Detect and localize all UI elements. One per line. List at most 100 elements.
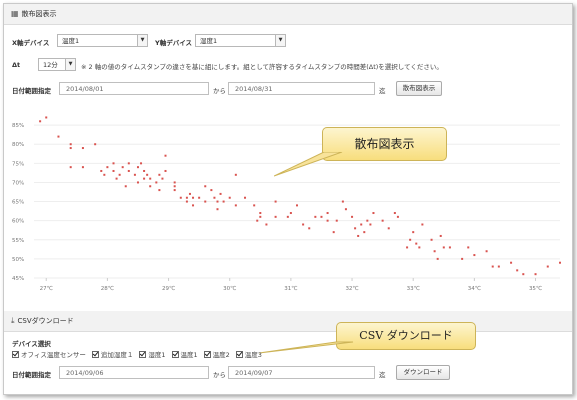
chevron-down-icon: ▼ (275, 35, 285, 46)
data-point (146, 173, 149, 176)
data-point (136, 166, 139, 169)
date-range-label: 日付範囲指定 (12, 87, 51, 95)
device-option[interactable]: 追加湿度１ (91, 351, 134, 359)
data-point (439, 234, 442, 237)
checkbox-checked-icon (139, 351, 147, 358)
device-option[interactable]: 湿度1 (139, 351, 166, 359)
data-point (559, 261, 561, 264)
checkbox-checked-icon (171, 351, 179, 358)
y-tick-label: 80% (12, 142, 24, 148)
x-tick-label: 35℃ (529, 285, 542, 292)
date-from-input[interactable]: 2014/08/01 (59, 82, 209, 95)
data-point (136, 181, 139, 184)
x-tick-label: 34℃ (468, 285, 481, 292)
data-point (289, 212, 292, 215)
data-point (256, 219, 259, 222)
data-point (473, 254, 476, 257)
data-point (69, 166, 72, 169)
data-point (204, 185, 207, 188)
data-point (228, 196, 231, 199)
device-option[interactable]: 温度2 (203, 351, 230, 359)
device-option-label: オフィス温度センサー (21, 351, 86, 359)
data-point (216, 208, 219, 211)
chart-icon: ▦ (11, 9, 19, 18)
app-frame: ▦ 散布図表示 X軸デバイス 温度1 ▼ Y軸デバイス 湿度1 ▼ Δt 12分 … (3, 3, 573, 395)
x-tick-label: 27℃ (40, 285, 53, 292)
data-point (430, 238, 433, 241)
data-point (112, 169, 115, 172)
delta-label: Δt (12, 61, 21, 69)
data-point (124, 185, 127, 188)
download-button[interactable]: ダウンロード (396, 365, 450, 380)
y-device-select[interactable]: 湿度1 ▼ (195, 34, 286, 47)
date-to-input[interactable]: 2014/08/31 (228, 82, 375, 95)
data-point (436, 257, 439, 260)
device-option-label: 追加湿度１ (100, 351, 134, 359)
data-point (158, 173, 161, 176)
data-point (179, 196, 182, 199)
data-point (222, 200, 225, 203)
data-point (412, 231, 415, 234)
device-option-label: 温度3 (244, 351, 262, 359)
show-scatter-button[interactable]: 散布図表示 (396, 81, 442, 96)
data-point (253, 204, 256, 207)
csv-date-to-input[interactable]: 2014/09/07 (228, 366, 375, 379)
device-checkbox-list: オフィス温度センサー 追加湿度１ 湿度1 温度1 温度2 温度3 (12, 349, 268, 359)
date-separator: から (213, 87, 226, 95)
data-point (173, 181, 176, 184)
x-device-select[interactable]: 温度1 ▼ (57, 34, 148, 47)
device-option[interactable]: 温度1 (171, 351, 198, 359)
data-point (363, 231, 366, 234)
data-point (522, 273, 525, 276)
chevron-down-icon: ▼ (65, 59, 75, 70)
data-point (357, 234, 360, 237)
data-point (491, 265, 494, 268)
data-point (369, 223, 372, 226)
data-point (198, 196, 201, 199)
data-point (158, 189, 161, 192)
data-point (335, 219, 338, 222)
data-point (497, 265, 500, 268)
data-point (274, 215, 277, 218)
csv-date-range-label: 日付範囲指定 (12, 371, 51, 379)
data-point (351, 215, 354, 218)
checkbox-checked-icon (12, 351, 19, 358)
y-device-label: Y軸デバイス (155, 39, 193, 47)
data-point (100, 169, 103, 172)
csv-date-from-input[interactable]: 2014/09/06 (59, 366, 209, 379)
checkbox-checked-icon (235, 351, 243, 358)
data-point (103, 173, 106, 176)
x-tick-label: 31℃ (284, 285, 297, 292)
data-point (143, 169, 146, 172)
device-option-label: 温度1 (180, 351, 198, 359)
data-point (133, 173, 136, 176)
data-point (155, 181, 158, 184)
device-option[interactable]: オフィス温度センサー (12, 351, 86, 359)
data-point (39, 120, 42, 123)
device-option-label: 温度2 (212, 351, 230, 359)
callout-pointer (259, 341, 354, 354)
csv-panel-header: ⤓ CSVダウンロード (4, 311, 572, 332)
chevron-down-icon: ▼ (137, 35, 147, 46)
delta-description: ※ 2 軸の値のタイムスタンプの違さを基に組にします。組として許容するタイムスタ… (81, 63, 443, 71)
data-point (415, 242, 418, 245)
data-point (433, 250, 436, 253)
delta-value: 12分 (43, 61, 58, 69)
data-point (332, 231, 335, 234)
scatter-panel-header: ▦ 散布図表示 (4, 4, 572, 25)
data-point (127, 162, 130, 165)
data-point (149, 177, 152, 180)
callout-csv: CSV ダウンロード (336, 322, 476, 350)
download-icon: ⤓ (11, 316, 15, 325)
data-point (516, 269, 519, 272)
device-option[interactable]: 温度3 (235, 351, 262, 359)
x-device-value: 温度1 (62, 37, 80, 45)
data-point (219, 192, 222, 195)
data-point (344, 208, 347, 211)
data-point (534, 273, 537, 276)
delta-select[interactable]: 12分 ▼ (38, 58, 76, 71)
data-point (185, 196, 188, 199)
data-point (143, 177, 146, 180)
scatter-panel-title: 散布図表示 (21, 10, 57, 18)
data-point (188, 192, 191, 195)
